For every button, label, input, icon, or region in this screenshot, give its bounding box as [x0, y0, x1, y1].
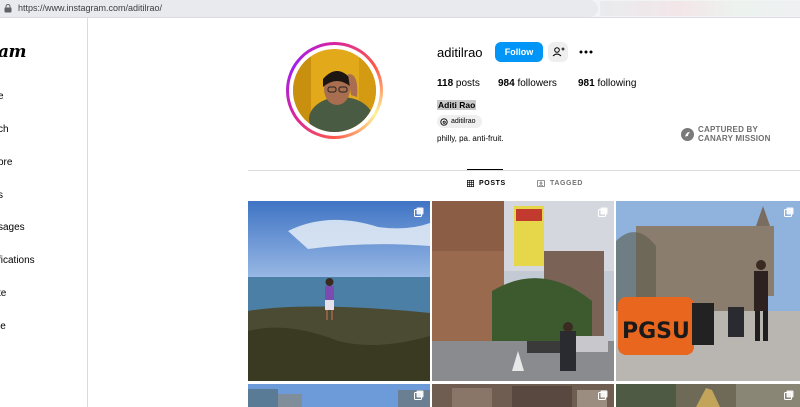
- beach-photo: [248, 201, 430, 381]
- post-thumbnail[interactable]: [432, 201, 614, 381]
- threads-badge[interactable]: aditilrao: [437, 115, 482, 128]
- tabs-divider: [248, 170, 800, 171]
- posts-count-value: 118: [437, 78, 454, 89]
- profile-username: aditilrao: [437, 45, 483, 60]
- post-thumbnail[interactable]: [248, 201, 430, 381]
- more-icon: [579, 50, 593, 54]
- followers-count-value: 984: [498, 78, 515, 89]
- sidebar-item-reels[interactable]: s: [0, 190, 3, 201]
- url-text[interactable]: https://www.instagram.com/aditilrao/: [18, 3, 162, 13]
- carousel-icon: [414, 390, 424, 400]
- story-ring[interactable]: [286, 42, 383, 139]
- followers-count-label: followers: [517, 78, 557, 89]
- statue-photo: [616, 384, 800, 407]
- post-thumbnail[interactable]: [616, 384, 800, 407]
- avatar[interactable]: [293, 49, 376, 132]
- sidebar-item-explore[interactable]: ore: [0, 157, 12, 168]
- active-tab-indicator: [467, 169, 503, 170]
- watermark-line-2: CANARY MISSION: [698, 133, 771, 143]
- threads-handle: aditilrao: [451, 118, 476, 125]
- sidebar-item-profile[interactable]: le: [0, 321, 6, 332]
- tagged-icon: [537, 180, 545, 187]
- profile-full-name: Aditi Rao: [437, 100, 477, 110]
- tab-tagged[interactable]: TAGGED: [537, 180, 583, 187]
- canary-mission-watermark: CAPTURED BY CANARY MISSION: [681, 125, 771, 143]
- sidebar-item-create[interactable]: te: [0, 288, 6, 299]
- grid-icon: [467, 180, 474, 187]
- post-thumbnail[interactable]: PGSU: [616, 201, 800, 381]
- sidebar-item-home[interactable]: e: [0, 91, 4, 102]
- sidebar-item-messages[interactable]: sages: [0, 222, 25, 233]
- avatar-photo: [293, 49, 376, 132]
- tab-posts[interactable]: POSTS: [467, 180, 506, 187]
- street-photo: [432, 201, 614, 381]
- suggested-users-button[interactable]: [548, 42, 568, 62]
- browser-extensions-area: [600, 1, 800, 16]
- rally-photo: PGSU: [616, 201, 800, 381]
- canary-mission-logo-icon: [681, 128, 694, 141]
- carousel-icon: [784, 207, 794, 217]
- carousel-icon: [598, 207, 608, 217]
- follow-button[interactable]: Follow: [495, 42, 543, 62]
- tab-tagged-label: TAGGED: [550, 180, 584, 187]
- building-photo: [432, 384, 614, 407]
- posts-count-label: posts: [455, 78, 480, 89]
- more-options-button[interactable]: [578, 44, 594, 60]
- carousel-icon: [414, 207, 424, 217]
- lock-icon: [4, 4, 12, 13]
- sidebar: am e ch ore s sages fications te le: [0, 18, 88, 407]
- browser-address-bar[interactable]: https://www.instagram.com/aditilrao/: [0, 0, 800, 18]
- tab-posts-label: POSTS: [479, 180, 506, 187]
- pgsu-sign-text: PGSU: [622, 319, 690, 344]
- followers-count[interactable]: 984 followers: [498, 78, 557, 89]
- carousel-icon: [784, 390, 794, 400]
- add-person-icon: [552, 47, 565, 57]
- profile-bio: philly, pa. anti-fruit.: [437, 134, 504, 143]
- threads-icon: [440, 117, 448, 126]
- skyline-photo: [248, 384, 430, 407]
- following-count[interactable]: 981 following: [578, 78, 636, 89]
- posts-count: 118 posts: [437, 78, 480, 89]
- post-thumbnail[interactable]: [432, 384, 614, 407]
- following-count-label: following: [597, 78, 637, 89]
- carousel-icon: [598, 390, 608, 400]
- sidebar-item-notifications[interactable]: fications: [0, 255, 35, 266]
- sidebar-item-search[interactable]: ch: [0, 124, 9, 135]
- instagram-logo[interactable]: am: [0, 42, 27, 62]
- following-count-value: 981: [578, 78, 595, 89]
- post-thumbnail[interactable]: [248, 384, 430, 407]
